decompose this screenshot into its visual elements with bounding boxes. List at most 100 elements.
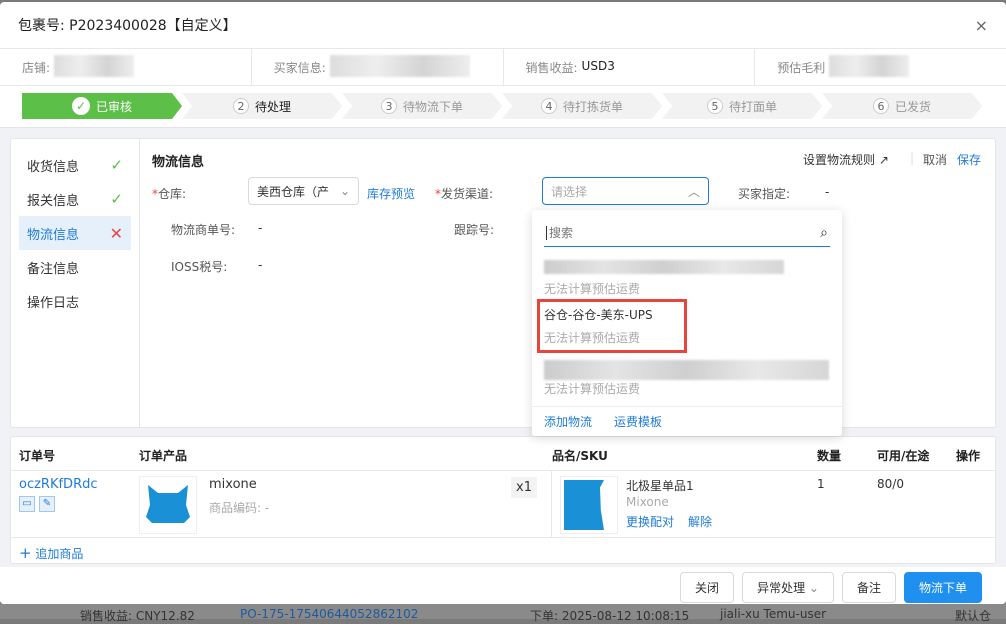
step-await-logistics: 3 待物流下单 <box>342 93 502 119</box>
divider: | <box>910 151 915 165</box>
order-table: 订单号 订单产品 品名/SKU 数量 可用/在途 操作 oczRKfDRdc ▭… <box>10 436 996 564</box>
step-approved: ✓ 已审核 <box>22 93 182 119</box>
dialog-header: 包裹号: P2023400028【自定义】 × <box>0 2 1006 48</box>
sidebar-item-label: 物流信息 <box>27 227 80 243</box>
info-bar: 店铺: 买家信息: 销售收益: USD3 预估毛利 <box>0 48 1006 86</box>
close-icon[interactable]: × <box>975 16 988 35</box>
product-image <box>139 476 197 534</box>
channel-select[interactable]: 请选择 ︿ <box>542 177 709 205</box>
channel-label: *发货渠道: <box>435 187 494 201</box>
chevron-down-icon: ⌄ <box>808 581 819 595</box>
qty-badge: x1 <box>511 477 537 498</box>
order-no-link[interactable]: oczRKfDRdc <box>19 477 98 492</box>
buyer-value-blurred <box>329 55 470 77</box>
sku-brand: Mixone <box>626 495 669 509</box>
set-rule-link[interactable]: 设置物流规则 ↗ <box>803 151 889 168</box>
sku-image <box>560 476 618 534</box>
stock-preview-link[interactable]: 库存预览 <box>367 185 415 202</box>
chevron-up-icon: ︿ <box>687 184 700 199</box>
exception-label: 异常处理 <box>757 581 806 595</box>
ioss-value: - <box>258 258 263 272</box>
package-dialog: 包裹号: P2023400028【自定义】 × 店铺: 买家信息: 销售收益: U… <box>0 2 1006 604</box>
step-label: 待物流下单 <box>402 99 463 114</box>
avail-value: 80/0 <box>877 477 904 491</box>
warehouse-select[interactable]: 美西仓库（产 ⌄ <box>248 177 359 205</box>
sidebar-item-remarks[interactable]: 备注信息 <box>19 250 131 284</box>
channel-option[interactable]: 无法计算预估运费 <box>544 360 829 397</box>
exception-dropdown-button[interactable]: 异常处理 ⌄ <box>742 572 834 603</box>
message-icon[interactable]: ▭ <box>19 495 35 512</box>
blurred-option-name <box>544 260 784 274</box>
sidebar-item-label: 收货信息 <box>27 159 80 175</box>
option-sub: 无法计算预估运费 <box>544 282 641 296</box>
detail-card: 收货信息 ✓ 报关信息 ✓ 物流信息 ✕ 备注信息 操作日志 物流信息 设置物流规则 … <box>10 138 996 428</box>
step-number: 4 <box>541 98 557 114</box>
dialog-title: 包裹号: P2023400028【自定义】 <box>18 18 237 34</box>
buyer-spec-value: - <box>825 185 830 199</box>
chevron-down-icon: ⌄ <box>339 184 350 198</box>
save-link[interactable]: 保存 <box>957 151 981 168</box>
header-avail: 可用/在途 <box>877 449 930 463</box>
option-sub: 无法计算预估运费 <box>544 382 641 396</box>
sidebar-item-label: 报关信息 <box>27 193 80 209</box>
add-product-label: 追加商品 <box>35 547 84 561</box>
rematch-link[interactable]: 更换配对 <box>626 513 674 530</box>
freight-template-link[interactable]: 运费模板 <box>614 413 662 430</box>
step-pending: 2 待处理 <box>182 93 342 119</box>
cross-icon: ✕ <box>109 223 123 243</box>
sidebar-item-label: 操作日志 <box>27 295 80 311</box>
cancel-link[interactable]: 取消 <box>923 151 947 168</box>
search-input[interactable] <box>546 226 786 240</box>
channel-placeholder: 请选择 <box>551 184 588 199</box>
ship-button[interactable]: 物流下单 <box>903 572 982 603</box>
header-qty: 数量 <box>817 449 842 463</box>
check-icon: ✓ <box>110 156 123 174</box>
sidebar-item-log[interactable]: 操作日志 <box>19 284 131 318</box>
option-sub: 无法计算预估运费 <box>544 331 641 345</box>
sidebar-item-shipping[interactable]: 收货信息 ✓ <box>19 148 131 182</box>
channel-dropdown: ⌕ 无法计算预估运费 谷仓-谷仓-美东-UPS 无法计算预估运费 无法计算预估运费… <box>532 210 842 436</box>
buyer-spec-label: 买家指定: <box>738 187 791 201</box>
order-icons: ▭ ✎ <box>19 495 59 512</box>
check-icon: ✓ <box>110 190 123 208</box>
channel-option[interactable]: 无法计算预估运费 <box>544 260 784 297</box>
bg-tail: 默认仓 <box>955 609 992 623</box>
dropdown-footer: 添加物流 运费模板 <box>532 406 842 436</box>
step-number: 5 <box>707 98 723 114</box>
header-product: 订单产品 <box>139 449 188 463</box>
note-icon[interactable]: ✎ <box>39 495 55 512</box>
check-circle-icon: ✓ <box>72 97 90 115</box>
income-value: USD3 <box>581 59 615 73</box>
tracking-label: 跟踪号: <box>454 223 495 237</box>
sidebar-item-label: 备注信息 <box>27 261 80 277</box>
income-label: 销售收益: <box>525 61 578 75</box>
add-logistics-link[interactable]: 添加物流 <box>544 413 592 430</box>
section-title: 物流信息 <box>152 155 205 170</box>
step-await-picking: 4 待打拣货单 <box>502 93 662 119</box>
warehouse-value: 美西仓库（产 <box>257 184 330 199</box>
warehouse-label: *仓库: <box>152 187 187 201</box>
sidebar-item-customs[interactable]: 报关信息 ✓ <box>19 182 131 216</box>
bg-time: 下单: 2025-08-12 10:08:15 <box>530 609 690 623</box>
close-button[interactable]: 关闭 <box>680 572 735 603</box>
option-name: 谷仓-谷仓-美东-UPS <box>544 308 653 322</box>
step-number: 2 <box>233 98 249 114</box>
header-order-no: 订单号 <box>19 449 56 463</box>
background-row: 销售收益: CNY12.82 PO-175-17540644052862102 … <box>0 604 1006 623</box>
channel-search: ⌕ <box>544 220 830 247</box>
channel-option-ups[interactable]: 谷仓-谷仓-美东-UPS 无法计算预估运费 <box>537 299 687 353</box>
sidebar-item-logistics[interactable]: 物流信息 ✕ <box>19 216 131 250</box>
store-label: 店铺: <box>22 61 51 75</box>
search-icon[interactable]: ⌕ <box>820 225 828 241</box>
progress-steps: ✓ 已审核 2 待处理 3 待物流下单 4 待打拣货单 5 待打面单 6 已发货 <box>22 93 982 119</box>
unbind-link[interactable]: 解除 <box>688 513 712 530</box>
qty-value: 1 <box>817 477 825 491</box>
dialog-footer: 关闭 异常处理 ⌄ 备注 物流下单 <box>0 567 1006 604</box>
product-code: 商品编码: - <box>209 501 270 515</box>
add-product-button[interactable]: + 追加商品 <box>19 544 83 562</box>
sku-name: 北极星单品1 <box>626 479 694 493</box>
header-sku: 品名/SKU <box>552 449 608 463</box>
bg-income: 销售收益: CNY12.82 <box>80 609 195 623</box>
step-number: 6 <box>873 98 889 114</box>
remark-button[interactable]: 备注 <box>841 572 896 603</box>
